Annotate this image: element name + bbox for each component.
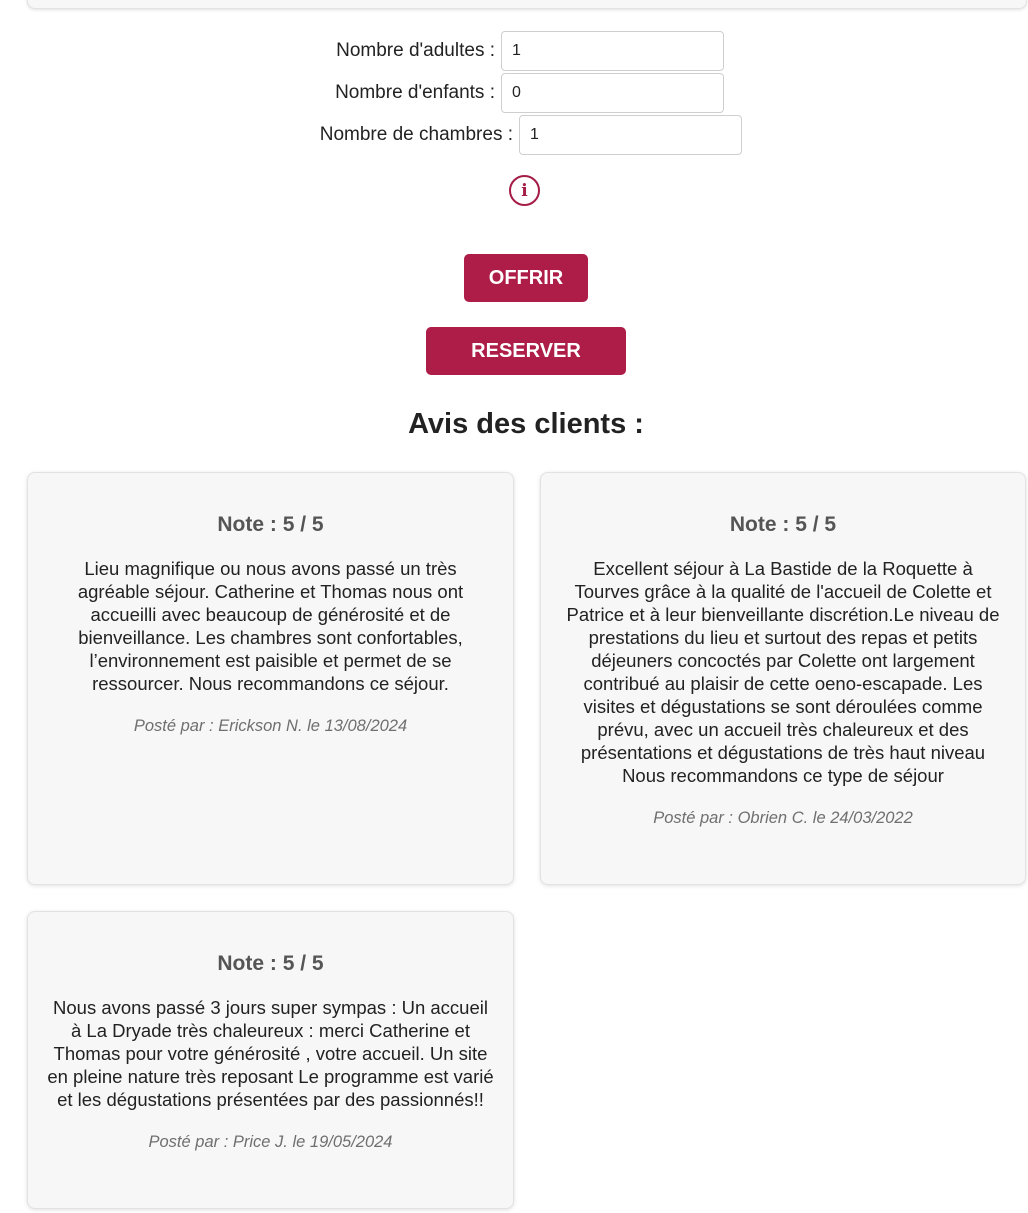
review-card: Note : 5 / 5 Excellent séjour à La Basti…	[540, 472, 1026, 885]
review-card: Note : 5 / 5 Nous avons passé 3 jours su…	[27, 911, 514, 1209]
reviews-title: Avis des clients :	[408, 408, 644, 440]
review-rating: Note : 5 / 5	[217, 952, 324, 975]
review-author: Posté par : Erickson N. le 13/08/2024	[133, 717, 408, 735]
adults-label: Nombre d'adultes :	[336, 40, 495, 61]
review-text: Excellent séjour à La Bastide de la Roqu…	[566, 558, 1000, 786]
review-text: Lieu magnifique ou nous avons passé un t…	[77, 558, 464, 694]
review-text: Nous avons passé 3 jours super sympas : …	[47, 997, 494, 1110]
review-card: Note : 5 / 5 Lieu magnifique ou nous avo…	[27, 472, 514, 885]
children-input[interactable]	[501, 73, 724, 113]
rooms-row: Nombre de chambres :	[320, 114, 742, 156]
previous-card-edge	[27, 0, 1027, 9]
review-rating: Note : 5 / 5	[729, 513, 837, 536]
reserve-button[interactable]: RESERVER	[426, 327, 626, 375]
review-author: Posté par : Obrien C. le 24/03/2022	[653, 809, 913, 827]
children-row: Nombre d'enfants :	[335, 72, 724, 114]
offer-button[interactable]: OFFRIR	[464, 254, 588, 302]
rooms-label: Nombre de chambres :	[319, 124, 513, 145]
rooms-input[interactable]	[519, 115, 742, 155]
adults-row: Nombre d'adultes :	[336, 30, 724, 72]
adults-input[interactable]	[501, 31, 724, 71]
review-author: Posté par : Price J. le 19/05/2024	[148, 1133, 393, 1151]
children-label: Nombre d'enfants :	[335, 82, 495, 103]
review-rating: Note : 5 / 5	[217, 513, 324, 536]
info-icon[interactable]: i	[509, 175, 540, 206]
